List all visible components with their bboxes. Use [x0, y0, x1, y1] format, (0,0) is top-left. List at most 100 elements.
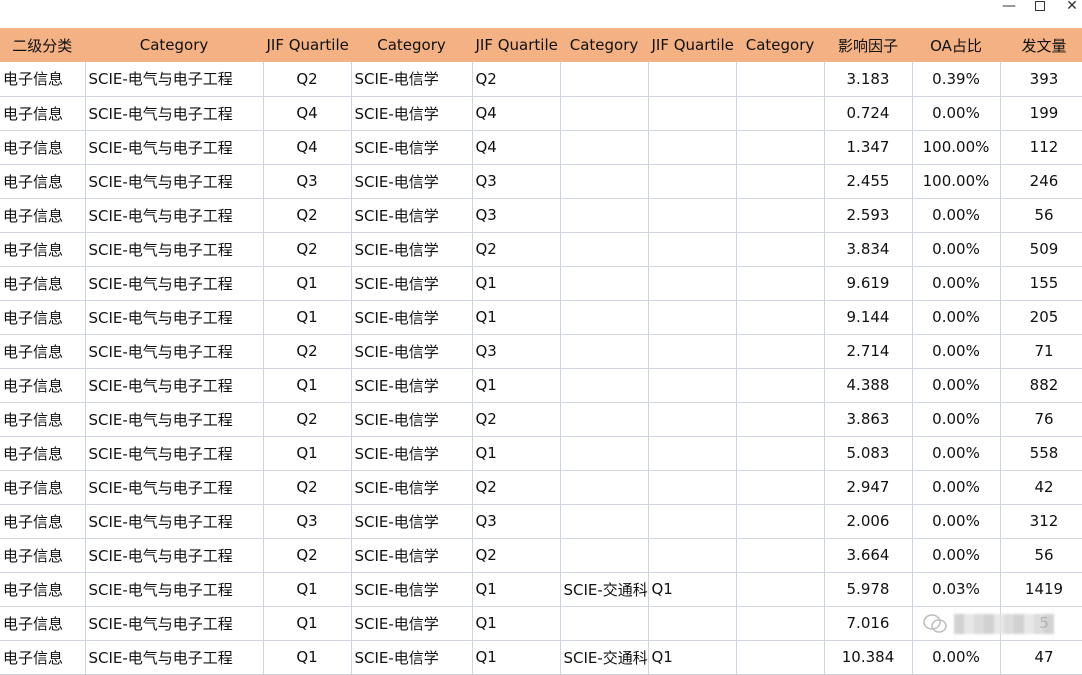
table-cell[interactable]: 2.455	[824, 164, 913, 199]
table-cell[interactable]: Q1	[648, 640, 737, 675]
table-cell[interactable]: SCIE-电信学	[351, 130, 473, 165]
table-cell[interactable]	[560, 368, 649, 403]
table-cell[interactable]: 393	[1000, 62, 1082, 97]
table-cell[interactable]: 3.183	[824, 62, 913, 97]
table-row[interactable]: 电子信息 SCIE-电气与电子工程 Q3 SCIE-电信学 Q3 2.006 0.00% 31…	[0, 504, 1082, 539]
table-cell[interactable]: Q1	[472, 368, 561, 403]
table-cell[interactable]: 电子信息	[0, 538, 86, 573]
table-cell[interactable]: SCIE-电气与电子工程	[85, 266, 264, 301]
table-cell[interactable]	[912, 606, 1001, 641]
close-icon[interactable]: ✕	[1057, 0, 1082, 14]
table-cell[interactable]: 3.863	[824, 402, 913, 437]
table-cell[interactable]: 电子信息	[0, 470, 86, 505]
table-cell[interactable]: SCIE-电气与电子工程	[85, 504, 264, 539]
table-cell[interactable]: 电子信息	[0, 606, 86, 641]
table-cell[interactable]: 199	[1000, 96, 1082, 131]
table-cell[interactable]: 76	[1000, 402, 1082, 437]
maximize-icon[interactable]	[1025, 0, 1055, 14]
table-cell[interactable]: Q2	[472, 232, 561, 267]
table-cell[interactable]: SCIE-电信学	[351, 300, 473, 335]
table-cell[interactable]: 71	[1000, 334, 1082, 369]
column-header[interactable]: Category	[351, 28, 473, 62]
table-cell[interactable]: Q1	[263, 640, 352, 675]
table-row[interactable]: 电子信息 SCIE-电气与电子工程 Q3 SCIE-电信学 Q3 2.455 100.00%…	[0, 164, 1082, 199]
table-cell[interactable]: 0.00%	[912, 266, 1001, 301]
table-cell[interactable]: SCIE-电气与电子工程	[85, 368, 264, 403]
table-cell[interactable]: SCIE-电气与电子工程	[85, 334, 264, 369]
table-cell[interactable]: 0.724	[824, 96, 913, 131]
table-cell[interactable]: Q4	[472, 96, 561, 131]
table-cell[interactable]	[736, 402, 825, 437]
table-cell[interactable]: Q2	[472, 470, 561, 505]
table-cell[interactable]	[560, 436, 649, 471]
table-cell[interactable]: 0.00%	[912, 402, 1001, 437]
table-cell[interactable]	[560, 606, 649, 641]
table-cell[interactable]	[648, 198, 737, 233]
table-cell[interactable]: Q1	[472, 436, 561, 471]
table-cell[interactable]: SCIE-电信学	[351, 368, 473, 403]
table-cell[interactable]: SCIE-电气与电子工程	[85, 62, 264, 97]
column-header[interactable]: 影响因子	[824, 28, 913, 62]
table-cell[interactable]: SCIE-电信学	[351, 164, 473, 199]
table-row[interactable]: 电子信息 SCIE-电气与电子工程 Q1 SCIE-电信学 Q1 9.144 0.00% 20…	[0, 300, 1082, 335]
table-cell[interactable]: 155	[1000, 266, 1082, 301]
table-cell[interactable]: 1.347	[824, 130, 913, 165]
table-cell[interactable]: 电子信息	[0, 232, 86, 267]
table-cell[interactable]: SCIE-电信学	[351, 62, 473, 97]
table-cell[interactable]: 10.384	[824, 640, 913, 675]
table-cell[interactable]: Q2	[263, 334, 352, 369]
table-cell[interactable]: SCIE-电气与电子工程	[85, 470, 264, 505]
table-cell[interactable]	[736, 538, 825, 573]
table-row[interactable]: 电子信息 SCIE-电气与电子工程 Q1 SCIE-电信学 Q1 7.016 5	[0, 606, 1082, 641]
table-cell[interactable]: 3.664	[824, 538, 913, 573]
table-cell[interactable]: SCIE-电气与电子工程	[85, 232, 264, 267]
table-cell[interactable]: SCIE-电信学	[351, 232, 473, 267]
table-cell[interactable]: SCIE-电信学	[351, 538, 473, 573]
minimize-icon[interactable]: —	[994, 0, 1024, 14]
table-cell[interactable]: 312	[1000, 504, 1082, 539]
table-cell[interactable]: 100.00%	[912, 164, 1001, 199]
table-cell[interactable]: 0.00%	[912, 436, 1001, 471]
table-cell[interactable]	[736, 640, 825, 675]
table-cell[interactable]	[648, 232, 737, 267]
table-cell[interactable]: Q3	[472, 504, 561, 539]
column-header[interactable]: Category	[736, 28, 825, 62]
table-cell[interactable]	[736, 96, 825, 131]
table-cell[interactable]: Q1	[472, 640, 561, 675]
table-cell[interactable]	[560, 164, 649, 199]
table-cell[interactable]: 1419	[1000, 572, 1082, 607]
table-cell[interactable]	[736, 198, 825, 233]
table-cell[interactable]	[648, 266, 737, 301]
column-header[interactable]: OA占比	[912, 28, 1001, 62]
table-cell[interactable]: 电子信息	[0, 572, 86, 607]
table-cell[interactable]	[736, 300, 825, 335]
table-cell[interactable]: SCIE-电信学	[351, 334, 473, 369]
table-cell[interactable]: 电子信息	[0, 164, 86, 199]
table-row[interactable]: 电子信息 SCIE-电气与电子工程 Q2 SCIE-电信学 Q2 3.834 0.00% 50…	[0, 232, 1082, 267]
table-cell[interactable]: SCIE-电信学	[351, 96, 473, 131]
table-cell[interactable]: Q1	[472, 300, 561, 335]
table-cell[interactable]: Q1	[472, 266, 561, 301]
table-cell[interactable]: SCIE-交通科	[560, 572, 649, 607]
table-cell[interactable]	[648, 504, 737, 539]
table-row[interactable]: 电子信息 SCIE-电气与电子工程 Q2 SCIE-电信学 Q2 3.183 0.39% 39…	[0, 62, 1082, 97]
table-cell[interactable]: Q3	[263, 164, 352, 199]
table-cell[interactable]: SCIE-电气与电子工程	[85, 640, 264, 675]
table-cell[interactable]: 100.00%	[912, 130, 1001, 165]
table-cell[interactable]: SCIE-电信学	[351, 402, 473, 437]
table-cell[interactable]: Q1	[472, 606, 561, 641]
table-cell[interactable]: 0.39%	[912, 62, 1001, 97]
table-cell[interactable]: SCIE-电信学	[351, 266, 473, 301]
table-cell[interactable]: Q1	[263, 572, 352, 607]
table-row[interactable]: 电子信息 SCIE-电气与电子工程 Q1 SCIE-电信学 Q1 4.388 0.00% 88…	[0, 368, 1082, 403]
table-cell[interactable]	[648, 402, 737, 437]
table-cell[interactable]: SCIE-电信学	[351, 436, 473, 471]
table-cell[interactable]	[736, 232, 825, 267]
table-cell[interactable]: 5	[1000, 606, 1082, 641]
table-cell[interactable]	[560, 96, 649, 131]
table-row[interactable]: 电子信息 SCIE-电气与电子工程 Q2 SCIE-电信学 Q3 2.593 0.00% 56	[0, 198, 1082, 233]
table-cell[interactable]	[560, 470, 649, 505]
table-cell[interactable]	[648, 436, 737, 471]
table-cell[interactable]: 电子信息	[0, 640, 86, 675]
table-cell[interactable]: 56	[1000, 198, 1082, 233]
